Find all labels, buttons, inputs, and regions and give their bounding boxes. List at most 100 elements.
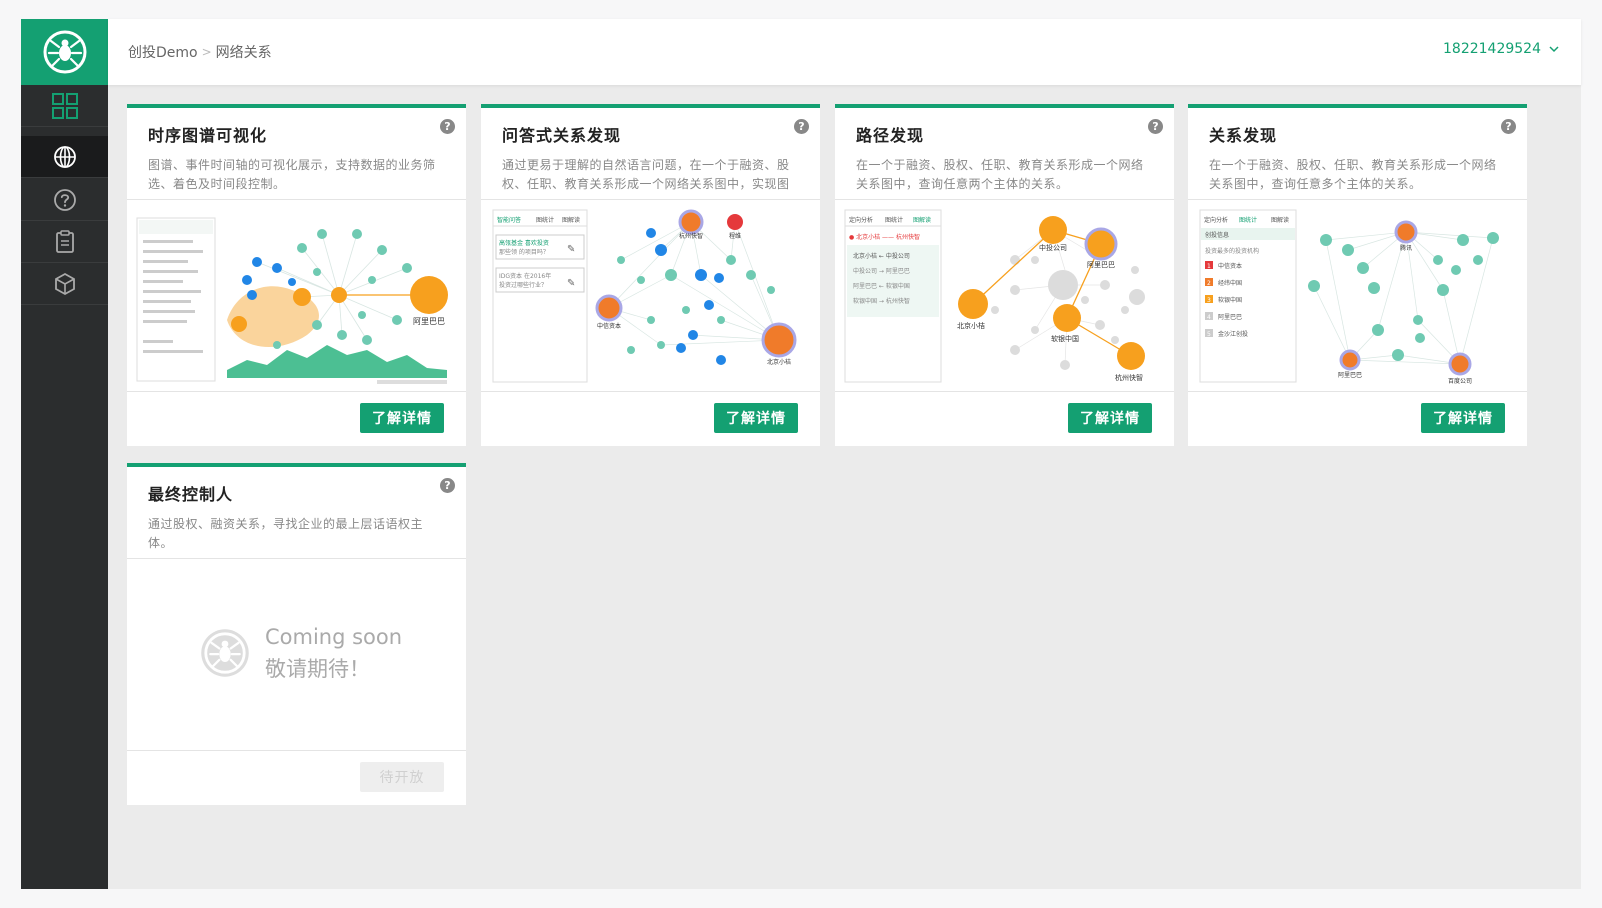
- card-header: 最终控制人 通过股权、融资关系，寻找企业的最上层话语权主体。 ?: [127, 467, 466, 559]
- help-icon[interactable]: ?: [1501, 119, 1516, 134]
- ranked-item: 经纬中国: [1218, 279, 1242, 287]
- rank-number: 4: [1207, 314, 1211, 321]
- card-header: 问答式关系发现 通过更易于理解的自然语言问题，在一个于融资、股权、任职、教育关系…: [481, 108, 820, 200]
- path-row: 中投公司 → 阿里巴巴: [853, 267, 910, 275]
- learn-more-button[interactable]: 了解详情: [1068, 403, 1152, 433]
- card-title: 时序图谱可视化: [148, 126, 268, 145]
- breadcrumb-item-project[interactable]: 创投Demo: [128, 42, 198, 62]
- card-footer: 了解详情: [1188, 392, 1527, 446]
- grid-icon: [51, 92, 78, 119]
- learn-more-button[interactable]: 了解详情: [714, 403, 798, 433]
- section-title: 创投信息: [1205, 231, 1229, 239]
- card-title: 问答式关系发现: [502, 126, 622, 145]
- spider-logo-icon: [43, 30, 86, 74]
- node-label: 百度公司: [1448, 377, 1472, 385]
- ranked-item: 阿里巴巴: [1218, 313, 1242, 321]
- node-label: 腾讯: [1400, 244, 1412, 252]
- top-header: 创投Demo > 网络关系 18221429524: [108, 19, 1581, 85]
- qa-preview-image: 智能问答 图统计 图解读 高瓴基金 喜欢投资 那些领 的项目吗？ IDG资本 在…: [492, 209, 797, 383]
- card-timeline: 时序图谱可视化 图谱、事件时间轴的可视化展示，支持数据的业务筛选、着色及时间段控…: [127, 104, 466, 446]
- card-footer: 了解详情: [127, 392, 466, 446]
- preview-tab: 图解读: [1271, 216, 1289, 224]
- svg-text:✎: ✎: [567, 244, 575, 255]
- coming-soon-text: Coming soon 敬请期待！: [265, 621, 402, 685]
- coming-soon-placeholder: Coming soon 敬请期待！: [199, 621, 402, 685]
- card-header: 时序图谱可视化 图谱、事件时间轴的可视化展示，支持数据的业务筛选、着色及时间段控…: [127, 108, 466, 200]
- globe-icon: [53, 145, 76, 168]
- node-label: 阿里巴巴: [1338, 371, 1362, 379]
- node-label: 中投公司: [1039, 243, 1067, 252]
- svg-text:✎: ✎: [567, 278, 575, 289]
- preview-tab: 定向分析: [849, 216, 873, 224]
- card-footer: 待开放: [127, 751, 466, 805]
- help-icon[interactable]: ?: [794, 119, 809, 134]
- coming-soon-label: Coming soon: [265, 625, 403, 649]
- path-head: ● 北京小桔 —— 杭州快智: [849, 233, 920, 241]
- node-label: 杭州快智: [679, 232, 703, 240]
- nav-item-reports[interactable]: [21, 221, 108, 263]
- node-label: 软银中国: [1051, 334, 1079, 343]
- card-preview-path: 定向分析 图统计 图解读 ● 北京小桔 —— 杭州快智 北京小桔 ← 中投公司 …: [835, 200, 1174, 392]
- list-title: 投资最多的投资机构: [1205, 247, 1259, 255]
- node-label: 中信资本: [597, 322, 621, 330]
- node-label: 北京小桔: [767, 358, 791, 366]
- preview-tab: 智能问答: [497, 216, 521, 224]
- node-label: 阿里巴巴: [1087, 260, 1115, 269]
- path-row: 阿里巴巴 ← 软银中国: [853, 282, 910, 290]
- card-header: 关系发现 在一个于融资、股权、任职、教育关系形成一个网络关系图中，查询任意多个主…: [1188, 108, 1527, 200]
- card-preview-qa: 智能问答 图统计 图解读 高瓴基金 喜欢投资 那些领 的项目吗？ IDG资本 在…: [481, 200, 820, 392]
- relation-preview-image: 定向分析 图统计 图解读 创投信息 投资最多的投资机构 1 2 3 4 5 中信…: [1199, 209, 1499, 385]
- card-footer: 了解详情: [835, 392, 1174, 446]
- user-menu[interactable]: 18221429524: [1443, 41, 1559, 57]
- sidebar: [21, 19, 108, 889]
- help-icon[interactable]: ?: [1148, 119, 1163, 134]
- chevron-down-icon: [1549, 46, 1559, 53]
- pending-button[interactable]: 待开放: [360, 762, 444, 792]
- nav-item-network[interactable]: [21, 136, 108, 178]
- card-description: 在一个于融资、股权、任职、教育关系形成一个网络关系图中，查询任意多个主体的关系。: [1209, 158, 1497, 191]
- nav-item-models[interactable]: [21, 263, 108, 305]
- card-preview-coming-soon: Coming soon 敬请期待！: [127, 559, 466, 751]
- card-relation: 关系发现 在一个于融资、股权、任职、教育关系形成一个网络关系图中，查询任意多个主…: [1188, 104, 1527, 446]
- card-preview-relation: 定向分析 图统计 图解读 创投信息 投资最多的投资机构 1 2 3 4 5 中信…: [1188, 200, 1527, 392]
- timeline-preview-image: 阿里巴巴: [136, 217, 448, 384]
- ranked-item: 软银中国: [1218, 296, 1242, 304]
- breadcrumb: 创投Demo > 网络关系: [128, 42, 272, 62]
- card-qa: 问答式关系发现 通过更易于理解的自然语言问题，在一个于融资、股权、任职、教育关系…: [481, 104, 820, 446]
- rank-number: 1: [1207, 263, 1211, 270]
- card-header: 路径发现 在一个于融资、股权、任职、教育关系形成一个网络关系图中，查询任意两个主…: [835, 108, 1174, 200]
- nav-item-dashboard[interactable]: [21, 85, 108, 127]
- card-preview-timeline: 阿里巴巴: [127, 200, 466, 392]
- node-label: 阿里巴巴: [413, 317, 445, 326]
- card-title: 关系发现: [1209, 126, 1278, 145]
- card-description: 通过更易于理解的自然语言问题，在一个于融资、股权、任职、教育关系形成一个网络关系…: [502, 158, 790, 191]
- node-label: 北京小桔: [957, 321, 985, 330]
- preview-question: IDG资本 在2016年: [499, 272, 551, 280]
- path-row: 北京小桔 ← 中投公司: [853, 252, 910, 260]
- learn-more-button[interactable]: 了解详情: [1421, 403, 1505, 433]
- nav-item-help[interactable]: [21, 179, 108, 221]
- card-description: 图谱、事件时间轴的可视化展示，支持数据的业务筛选、着色及时间段控制。: [148, 158, 436, 191]
- help-icon[interactable]: ?: [440, 478, 455, 493]
- card-ultimate-controller: 最终控制人 通过股权、融资关系，寻找企业的最上层话语权主体。 ? Coming …: [127, 463, 466, 805]
- preview-tab: 定向分析: [1204, 216, 1228, 224]
- breadcrumb-separator: >: [201, 45, 212, 59]
- preview-question: 投资过哪些行业？: [499, 281, 547, 289]
- help-icon[interactable]: ?: [440, 119, 455, 134]
- spider-logo-icon: [201, 629, 249, 677]
- node-label: 程维: [729, 232, 741, 240]
- rank-number: 2: [1207, 280, 1211, 287]
- app-window: 创投Demo > 网络关系 18221429524 时序图谱可视化 图谱、事件时…: [21, 19, 1581, 889]
- rank-number: 3: [1207, 297, 1211, 304]
- card-title: 路径发现: [856, 126, 925, 145]
- ranked-item: 金沙江创投: [1218, 330, 1248, 338]
- card-footer: 了解详情: [481, 392, 820, 446]
- path-preview-image: 定向分析 图统计 图解读 ● 北京小桔 —— 杭州快智 北京小桔 ← 中投公司 …: [844, 209, 1145, 383]
- preview-question: 那些领 的项目吗？: [499, 248, 549, 256]
- preview-tab: 图解读: [913, 216, 931, 224]
- coming-soon-label-cn: 敬请期待！: [265, 657, 370, 681]
- card-description: 在一个于融资、股权、任职、教育关系形成一个网络关系图中，查询任意两个主体的关系。: [856, 158, 1144, 191]
- learn-more-button[interactable]: 了解详情: [360, 403, 444, 433]
- preview-question: 高瓴基金 喜欢投资: [499, 239, 549, 247]
- logo[interactable]: [21, 19, 108, 85]
